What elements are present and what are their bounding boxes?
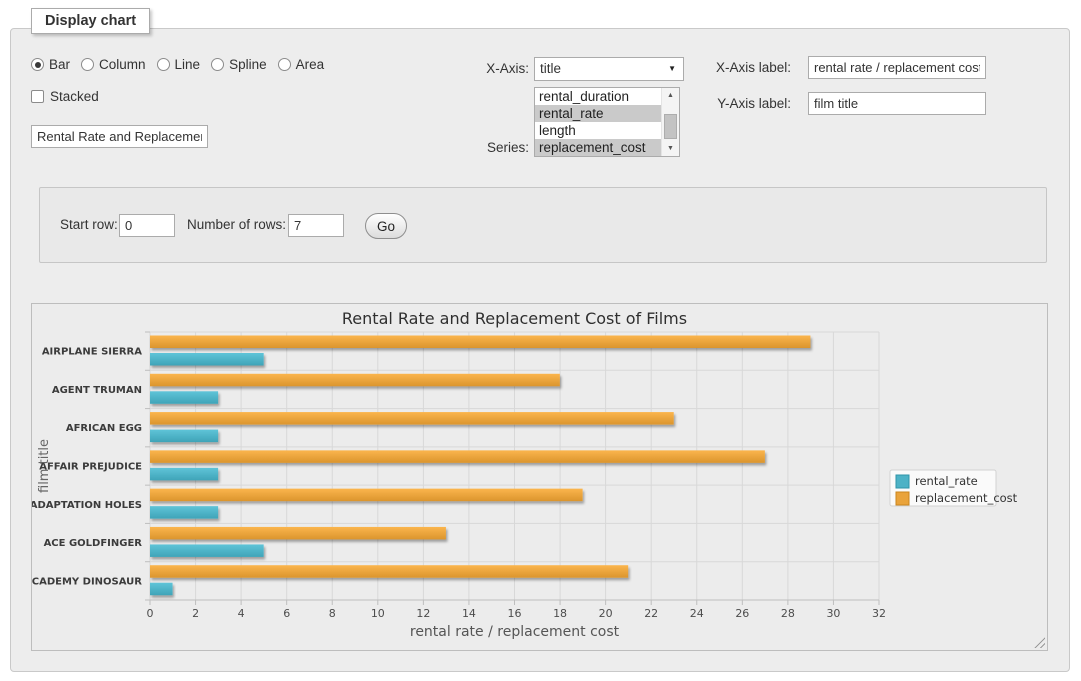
chart-text: 0 [147, 607, 154, 620]
radio-label: Spline [229, 57, 267, 72]
start-row-input[interactable] [119, 214, 175, 237]
radio-circle-icon[interactable] [278, 58, 291, 71]
bar-rental_rate [150, 544, 264, 557]
bar-rental_rate [150, 430, 218, 443]
x-axis-select[interactable]: title ▼ [534, 57, 684, 81]
x-axis-label-field-label: X-Axis label: [699, 60, 791, 75]
chart-text: 26 [735, 607, 749, 620]
scroll-up-icon[interactable]: ▲ [662, 89, 679, 102]
radio-circle-icon[interactable] [211, 58, 224, 71]
chart-text: 28 [781, 607, 795, 620]
bar-rental_rate [150, 506, 218, 518]
bar-rental_rate [150, 391, 218, 404]
chart-text: 18 [553, 607, 567, 620]
radio-area[interactable]: Area [278, 57, 325, 72]
bar-replacement_cost [150, 412, 674, 425]
chart-type-group: Bar Column Line Spline Area [31, 57, 335, 74]
chart-text: 32 [872, 607, 886, 620]
radio-line[interactable]: Line [157, 57, 201, 72]
chart-text: 24 [690, 607, 704, 620]
chart-text: 30 [826, 607, 840, 620]
bar-rental_rate [150, 468, 218, 481]
chart-text: 4 [238, 607, 245, 620]
bar-replacement_cost [150, 450, 765, 463]
legend-swatch-icon [896, 492, 909, 505]
go-button[interactable]: Go [365, 213, 407, 239]
stacked-label: Stacked [50, 89, 99, 104]
chevron-down-icon: ▼ [668, 58, 676, 80]
radio-spline[interactable]: Spline [211, 57, 267, 72]
chart-text: 14 [462, 607, 476, 620]
chart-text: 22 [644, 607, 658, 620]
chart-text: 2 [192, 607, 199, 620]
radio-circle-icon[interactable] [31, 58, 44, 71]
series-option-rental_duration[interactable]: rental_duration [535, 88, 662, 105]
chart-text: 16 [508, 607, 522, 620]
chart-text: 6 [283, 607, 290, 620]
bar-replacement_cost [150, 527, 446, 540]
series-option-rental_rate[interactable]: rental_rate [535, 105, 662, 122]
rows-panel: Start row: Number of rows: Go [39, 187, 1047, 263]
chart-title-input[interactable] [31, 125, 208, 148]
bar-replacement_cost [150, 489, 583, 502]
chart-text: rental_rate [915, 474, 978, 488]
radio-bar[interactable]: Bar [31, 57, 70, 72]
chart-text: AIRPLANE SIERRA [42, 347, 142, 358]
chart-text: ACE GOLDFINGER [44, 538, 143, 549]
x-axis-field-label: X-Axis: [451, 61, 529, 76]
number-of-rows-input[interactable] [288, 214, 344, 237]
radio-label: Column [99, 57, 146, 72]
legend-item-replacement_cost[interactable]: replacement_cost [896, 491, 1018, 505]
bar-replacement_cost [150, 374, 560, 387]
chart-text: 20 [599, 607, 613, 620]
bar-chart: Rental Rate and Replacement Cost of Film… [32, 304, 1047, 650]
chart-text: Rental Rate and Replacement Cost of Film… [342, 309, 687, 328]
y-axis-label-field-label: Y-Axis label: [699, 96, 791, 111]
radio-column[interactable]: Column [81, 57, 146, 72]
bar-replacement_cost [150, 565, 628, 578]
scroll-down-icon[interactable]: ▼ [662, 142, 679, 155]
number-of-rows-label: Number of rows: [187, 217, 287, 232]
chart-text: replacement_cost [915, 491, 1018, 505]
radio-circle-icon[interactable] [157, 58, 170, 71]
chart-text: AGENT TRUMAN [52, 385, 142, 396]
y-axis-label-input[interactable] [808, 92, 986, 115]
x-axis-selected-value: title [540, 61, 561, 76]
chart-text: ACADEMY DINOSAUR [32, 576, 142, 587]
chart-text: 10 [371, 607, 385, 620]
chart-text: AFFAIR PREJUDICE [39, 462, 142, 473]
series-options: rental_durationrental_ratelengthreplacem… [535, 88, 662, 156]
radio-circle-icon[interactable] [81, 58, 94, 71]
radio-label: Bar [49, 57, 70, 72]
scroll-thumb[interactable] [664, 114, 677, 139]
bar-rental_rate [150, 583, 173, 596]
chart-text: film title [37, 439, 52, 493]
radio-label: Line [175, 57, 201, 72]
chart-text: rental rate / replacement cost [410, 624, 620, 640]
chart-text: 12 [416, 607, 430, 620]
series-field-label: Series: [451, 140, 529, 155]
series-option-replacement_cost[interactable]: replacement_cost [535, 139, 662, 156]
chart-text: ADAPTATION HOLES [32, 500, 142, 511]
scrollbar[interactable]: ▲ ▼ [661, 88, 679, 156]
checkbox-box-icon[interactable] [31, 90, 44, 103]
chart-legend: rental_rate replacement_cost [890, 470, 1018, 506]
series-option-length[interactable]: length [535, 122, 662, 139]
legend-swatch-icon [896, 475, 909, 488]
x-axis-label-input[interactable] [808, 56, 986, 79]
panel-legend: Display chart [31, 8, 150, 34]
chart-text: AFRICAN EGG [66, 423, 142, 434]
series-listbox[interactable]: rental_durationrental_ratelengthreplacem… [534, 87, 680, 157]
bar-rental_rate [150, 353, 264, 366]
bar-replacement_cost [150, 336, 810, 349]
stacked-checkbox[interactable]: Stacked [31, 89, 99, 104]
chart-text: 8 [329, 607, 336, 620]
legend-item-rental_rate[interactable]: rental_rate [896, 474, 978, 488]
radio-label: Area [296, 57, 325, 72]
display-chart-panel: Display chart BarColumnLineSplineArea St… [10, 28, 1070, 672]
page: Display chart Bar Column Line Spline Area St… [0, 0, 1081, 681]
chart-container: Rental Rate and Replacement Cost of Film… [31, 303, 1048, 651]
